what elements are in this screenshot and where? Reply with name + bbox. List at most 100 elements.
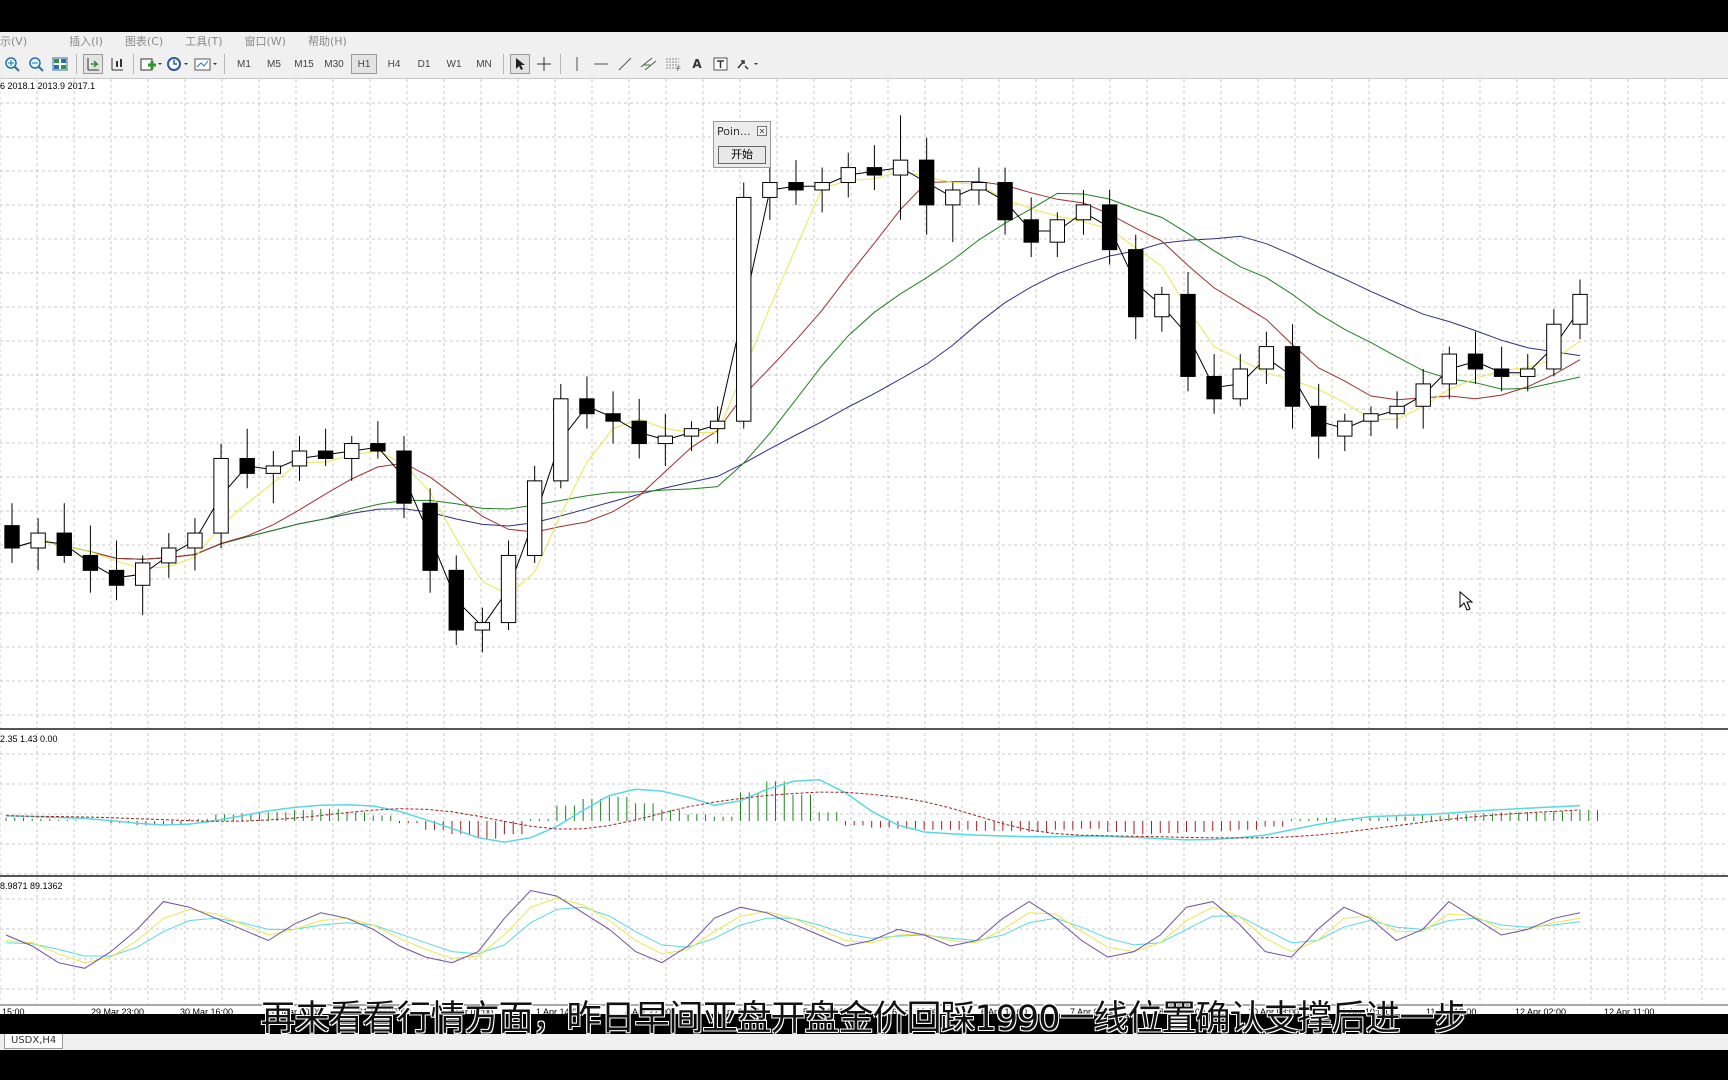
candle-body [422, 502, 438, 571]
chart-window[interactable]: 6 2018.1 2013.9 2017.1 2.35 1.43 0.00 8.… [0, 79, 1728, 1014]
trendline-icon[interactable] [615, 54, 635, 74]
timeframe-m5[interactable]: M5 [261, 54, 287, 74]
timeframe-h4[interactable]: H4 [381, 54, 407, 74]
candle-body [605, 413, 621, 422]
fibonacci-icon[interactable]: F [663, 54, 683, 74]
text-tool-icon[interactable]: A [687, 54, 707, 74]
candle-body [997, 182, 1013, 221]
timeframe-mn[interactable]: MN [471, 54, 497, 74]
add-indicator-icon[interactable] [140, 54, 162, 74]
svg-text:F: F [677, 67, 681, 72]
candle-body [291, 450, 308, 467]
templates-icon[interactable] [194, 54, 218, 74]
chart-canvas[interactable] [0, 79, 1728, 1014]
periods-clock-icon[interactable] [166, 54, 190, 74]
autoscroll-icon[interactable] [83, 54, 103, 74]
mouse-cursor-icon [1459, 590, 1474, 611]
candle-body [1232, 368, 1248, 400]
candle-body [553, 398, 569, 482]
ma-yellow-line [11, 170, 1581, 596]
timeframe-m15[interactable]: M15 [291, 54, 317, 74]
tile-windows-icon[interactable] [50, 54, 70, 74]
candle-body [1467, 353, 1484, 370]
timeframe-m30[interactable]: M30 [321, 54, 347, 74]
candle-body [161, 547, 177, 564]
toolbar-separator [503, 54, 504, 74]
stochastic-info: 8.9871 89.1362 [0, 881, 63, 891]
candle-body [1101, 204, 1118, 251]
candle-body [30, 532, 46, 549]
zoom-in-icon[interactable] [2, 54, 22, 74]
candle-body [526, 480, 543, 556]
start-button[interactable]: 开始 [718, 146, 766, 164]
candle-body [1154, 293, 1170, 318]
macd-info: 2.35 1.43 0.00 [0, 734, 58, 744]
candle-body [1049, 219, 1066, 243]
menu-view[interactable]: 示(V) [0, 33, 27, 49]
point-dialog: Poin... ✕ 开始 [713, 121, 771, 168]
candle-body [1363, 413, 1379, 422]
candle-body [134, 562, 151, 586]
candle-body [370, 443, 386, 452]
candle-body [82, 554, 99, 571]
candle-body [971, 182, 987, 191]
menu-charts[interactable]: 图表(C) [125, 33, 163, 49]
candle-body [579, 398, 595, 415]
candle-body [1546, 323, 1562, 370]
ma-red-line [11, 181, 1581, 560]
candle-body [396, 450, 412, 504]
candle-body [762, 182, 778, 198]
candle-body [1520, 368, 1536, 377]
terminal-window: 示(V) 插入(I) 图表(C) 工具(T) 窗口(W) 帮助(H) M1 M5… [0, 0, 1728, 1080]
vertical-line-icon[interactable] [567, 54, 587, 74]
stoch-signal-line [5, 897, 1581, 964]
menu-insert[interactable]: 插入(I) [69, 33, 103, 49]
candle-body [1441, 353, 1458, 385]
candle-body [1415, 383, 1431, 407]
menu-window[interactable]: 窗口(W) [245, 33, 286, 49]
candle-body [1337, 420, 1353, 437]
candle-body [1128, 249, 1144, 318]
chart-tab-bar: USDX,H4 [0, 1034, 1728, 1050]
candle-body [709, 420, 726, 430]
text-label-icon[interactable] [711, 54, 731, 74]
candle-body [657, 435, 674, 445]
toolbar-separator [133, 54, 134, 74]
arrows-icon[interactable] [735, 54, 761, 74]
candle-body [4, 525, 20, 549]
timeframe-h1[interactable]: H1 [351, 54, 377, 74]
menu-bar: 示(V) 插入(I) 图表(C) 工具(T) 窗口(W) 帮助(H) [0, 32, 1728, 50]
menu-help[interactable]: 帮助(H) [308, 33, 347, 49]
candle-body [474, 622, 491, 631]
candle-body [945, 189, 961, 206]
candle-body [1180, 293, 1196, 377]
horizontal-line-icon[interactable] [591, 54, 611, 74]
candle-body [840, 167, 856, 184]
timeframe-w1[interactable]: W1 [441, 54, 467, 74]
toolbar-separator [560, 54, 561, 74]
candle-body [1284, 346, 1301, 407]
candle-body [736, 196, 752, 422]
candle-body [814, 182, 830, 191]
candle-body [788, 182, 804, 191]
dialog-close-button[interactable]: ✕ [757, 126, 767, 136]
candle-body [1075, 204, 1092, 221]
candle-body [918, 159, 935, 206]
zoom-out-icon[interactable] [26, 54, 46, 74]
cursor-icon[interactable] [510, 54, 530, 74]
crosshair-icon[interactable] [534, 54, 554, 74]
candle-body [187, 532, 203, 549]
equidistant-channel-icon[interactable] [639, 54, 659, 74]
candle-body [1023, 219, 1039, 243]
candle-body [1206, 375, 1222, 400]
stoch-third-line [5, 906, 1581, 957]
timeframe-d1[interactable]: D1 [411, 54, 437, 74]
toolbar-separator [76, 54, 77, 74]
chart-tab-usdx[interactable]: USDX,H4 [4, 1034, 64, 1049]
candle-body [892, 159, 909, 176]
main-chart-info: 6 2018.1 2013.9 2017.1 [0, 81, 96, 91]
toolbar-separator [224, 54, 225, 74]
chart-shift-icon[interactable] [107, 54, 127, 74]
menu-tools[interactable]: 工具(T) [185, 33, 222, 49]
timeframe-m1[interactable]: M1 [231, 54, 257, 74]
